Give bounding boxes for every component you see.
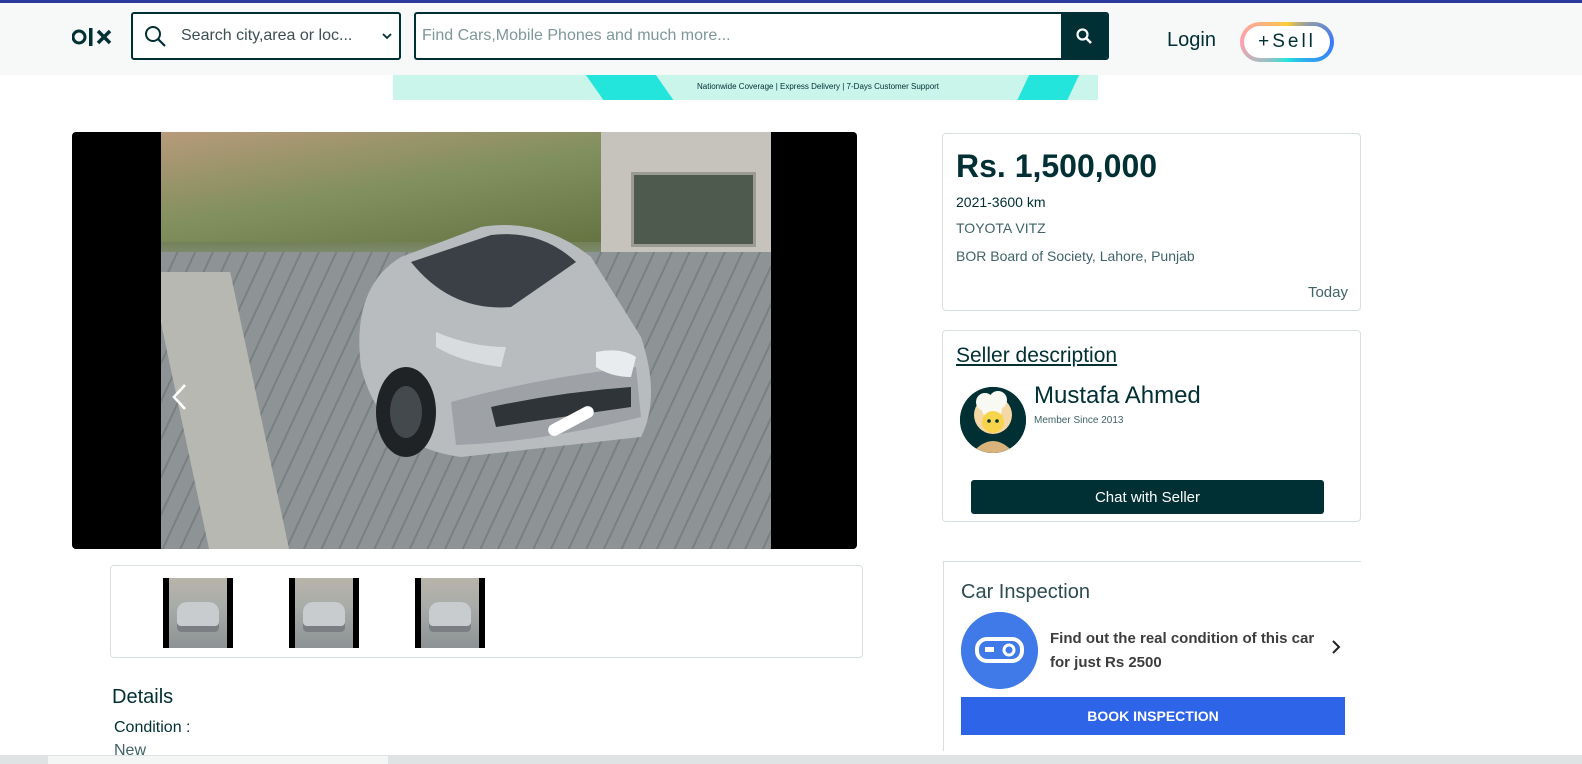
sell-button[interactable]: +Sell xyxy=(1240,22,1334,62)
year-mileage: 2021-3600 km xyxy=(956,194,1046,210)
seller-card: Seller description Mustafa Ahmed Member … xyxy=(942,330,1361,522)
login-link[interactable]: Login xyxy=(1167,29,1216,52)
posted-date: Today xyxy=(1307,284,1348,301)
thumbnail-strip xyxy=(110,565,863,658)
inspection-text: Find out the real condition of this car … xyxy=(1050,630,1315,671)
details-heading: Details xyxy=(112,686,174,708)
main-search-box[interactable]: Find Cars,Mobile Phones and much more... xyxy=(414,12,1109,60)
banner-stripe xyxy=(583,75,677,100)
thumbnail-car xyxy=(303,602,345,632)
thumbnail-2[interactable] xyxy=(289,578,359,648)
chevron-right-icon[interactable] xyxy=(1329,638,1343,656)
image-gallery[interactable] xyxy=(72,132,857,549)
member-since: Member Since 2013 xyxy=(1034,415,1124,426)
site-header: Search city,area or loc... Find Cars,Mob… xyxy=(0,3,1582,75)
search-input[interactable]: Find Cars,Mobile Phones and much more... xyxy=(422,27,731,45)
car-inspection-card[interactable]: Car Inspection Find out the real conditi… xyxy=(943,561,1361,751)
car-illustration xyxy=(359,225,651,457)
search-icon xyxy=(145,26,166,47)
carfirst-inspection-logo xyxy=(961,612,1038,689)
chevron-left-icon[interactable] xyxy=(168,380,192,414)
chat-with-seller-button[interactable]: Chat with Seller xyxy=(971,480,1324,514)
inspection-title: Car Inspection xyxy=(961,581,1090,603)
banner-stripe xyxy=(1015,75,1081,100)
sell-button-label: +Sell xyxy=(1244,26,1330,58)
search-button[interactable] xyxy=(1061,14,1107,58)
seller-name[interactable]: Mustafa Ahmed xyxy=(1034,382,1201,410)
book-inspection-button[interactable]: BOOK INSPECTION xyxy=(961,697,1345,735)
chevron-down-icon[interactable] xyxy=(381,30,393,42)
search-icon xyxy=(1076,28,1092,44)
promo-banner[interactable]: Nationwide Coverage | Express Delivery |… xyxy=(393,75,1098,100)
scrollbar-thumb[interactable] xyxy=(48,756,388,764)
car-photo[interactable] xyxy=(161,132,771,549)
location-input[interactable]: Search city,area or loc... xyxy=(181,27,352,45)
thumbnail-car xyxy=(429,602,471,632)
price-card: Rs. 1,500,000 2021-3600 km TOYOTA VITZ B… xyxy=(942,133,1361,311)
condition-label: Condition : xyxy=(114,719,191,736)
olx-logo[interactable] xyxy=(72,25,114,49)
avatar[interactable] xyxy=(960,387,1026,453)
car-model: TOYOTA VITZ xyxy=(956,220,1046,236)
seller-description-link[interactable]: Seller description xyxy=(956,344,1117,368)
banner-text: Nationwide Coverage | Express Delivery |… xyxy=(697,82,940,91)
thumbnail-car xyxy=(177,602,219,632)
location-search-box[interactable]: Search city,area or loc... xyxy=(131,12,401,60)
listing-location: BOR Board of Society, Lahore, Punjab xyxy=(956,248,1195,264)
price: Rs. 1,500,000 xyxy=(956,148,1158,184)
thumbnail-1[interactable] xyxy=(163,578,233,648)
thumbnail-3[interactable] xyxy=(415,578,485,648)
